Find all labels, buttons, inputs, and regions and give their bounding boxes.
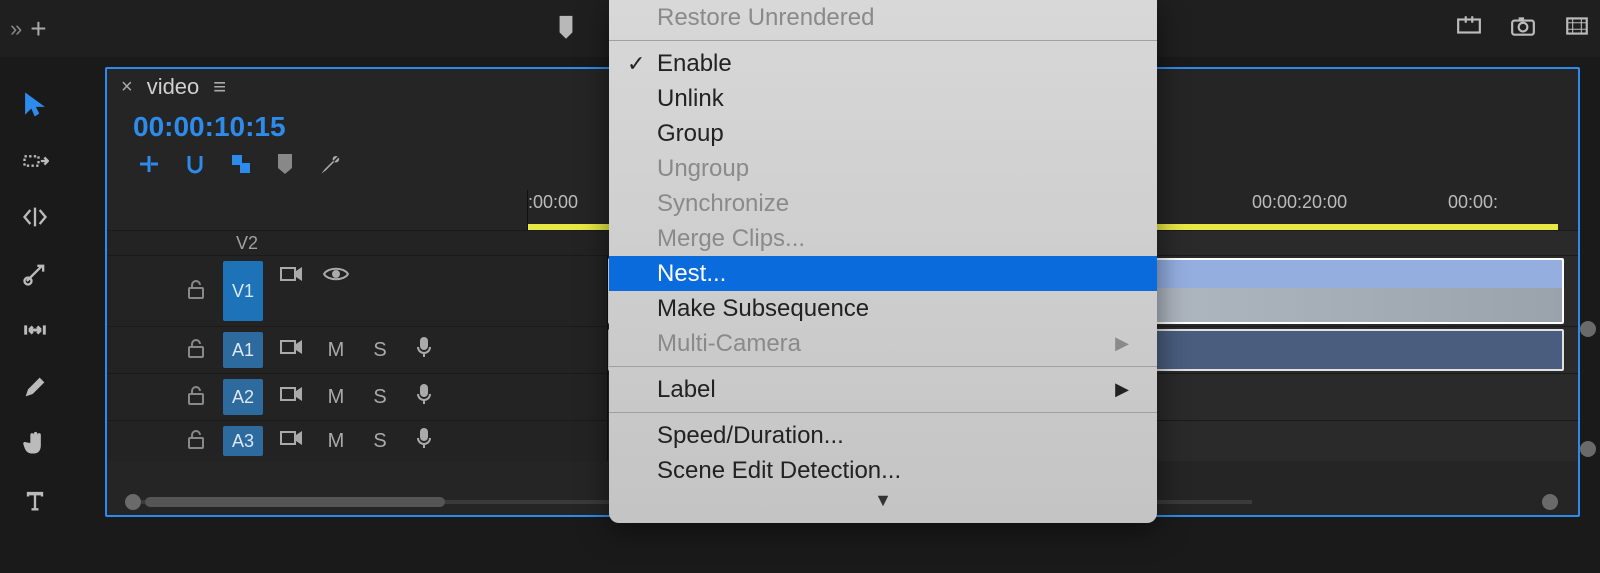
menu-merge-clips: Merge Clips... (609, 221, 1157, 256)
menu-nest[interactable]: Nest... (609, 256, 1157, 291)
clip-context-menu: Restore Unrendered ✓Enable Unlink Group … (609, 0, 1157, 523)
lock-icon[interactable] (187, 279, 209, 304)
selection-tool[interactable] (15, 87, 55, 122)
mute-button[interactable]: M (321, 386, 351, 409)
timeline-settings-button[interactable] (317, 151, 343, 182)
scrollbar-thumb[interactable] (145, 497, 445, 507)
menu-restore-unrendered: Restore Unrendered (609, 0, 1157, 35)
menu-unlink[interactable]: Unlink (609, 81, 1157, 116)
menu-group[interactable]: Group (609, 116, 1157, 151)
track-label-a1[interactable]: A1 (223, 332, 263, 368)
menu-make-subsequence[interactable]: Make Subsequence (609, 291, 1157, 326)
insert-overwrite-toggle[interactable] (137, 152, 161, 181)
vscroll-handle-icon[interactable] (1580, 441, 1596, 457)
track-label-a2[interactable]: A2 (223, 379, 263, 415)
track-label-v2[interactable]: V2 (227, 231, 267, 255)
ruler-tick: 00:00:20:00 (1252, 192, 1347, 213)
solo-button[interactable]: S (365, 386, 395, 409)
slip-tool[interactable] (15, 313, 55, 348)
toggle-track-output-icon[interactable] (321, 265, 351, 289)
menu-separator (609, 366, 1157, 367)
solo-button[interactable]: S (365, 430, 395, 453)
menu-separator (609, 412, 1157, 413)
export-frame-icon[interactable] (1456, 13, 1482, 44)
panel-menu-icon[interactable]: ≡ (213, 74, 226, 100)
menu-separator (609, 40, 1157, 41)
razor-tool[interactable] (15, 257, 55, 292)
sync-lock-icon[interactable] (277, 429, 307, 453)
hand-tool[interactable] (15, 426, 55, 461)
sequence-name[interactable]: video (147, 74, 200, 100)
lock-icon[interactable] (187, 385, 209, 410)
lock-icon[interactable] (187, 429, 209, 454)
submenu-arrow-icon: ▶ (1115, 379, 1129, 400)
sync-lock-icon[interactable] (277, 338, 307, 362)
ruler-tick: 00:00: (1448, 192, 1498, 213)
type-tool[interactable] (15, 483, 55, 518)
snap-toggle[interactable] (183, 152, 207, 181)
marker-icon[interactable] (555, 14, 577, 42)
ripple-edit-tool[interactable] (15, 200, 55, 235)
menu-synchronize: Synchronize (609, 186, 1157, 221)
voiceover-icon[interactable] (409, 336, 439, 364)
menu-scroll-down-icon[interactable]: ▼ (609, 488, 1157, 513)
menu-speed-duration[interactable]: Speed/Duration... (609, 418, 1157, 453)
zoom-handle-right-icon[interactable] (1542, 494, 1558, 510)
add-panel-button[interactable]: + (30, 13, 46, 45)
menu-ungroup: Ungroup (609, 151, 1157, 186)
voiceover-icon[interactable] (409, 427, 439, 455)
menu-enable[interactable]: ✓Enable (609, 46, 1157, 81)
track-label-v1[interactable]: V1 (223, 261, 263, 321)
solo-button[interactable]: S (365, 339, 395, 362)
mute-button[interactable]: M (321, 430, 351, 453)
vscroll-handle-icon[interactable] (1580, 321, 1596, 337)
mute-button[interactable]: M (321, 339, 351, 362)
filmstrip-icon[interactable] (1564, 13, 1590, 44)
menu-multi-camera: Multi-Camera▶ (609, 326, 1157, 361)
zoom-handle-left-icon[interactable] (125, 494, 141, 510)
sync-lock-icon[interactable] (277, 265, 307, 289)
menu-scene-edit-detection[interactable]: Scene Edit Detection... (609, 453, 1157, 488)
lock-icon[interactable] (187, 338, 209, 363)
voiceover-icon[interactable] (409, 383, 439, 411)
menu-label[interactable]: Label▶ (609, 372, 1157, 407)
track-label-a3[interactable]: A3 (223, 426, 263, 456)
linked-selection-toggle[interactable] (229, 152, 253, 181)
sync-lock-icon[interactable] (277, 385, 307, 409)
track-select-tool[interactable] (15, 144, 55, 179)
close-sequence-button[interactable]: × (121, 76, 133, 99)
camera-icon[interactable] (1510, 13, 1536, 44)
pen-tool[interactable] (15, 370, 55, 405)
ruler-tick: :00:00 (528, 192, 578, 213)
chevrons-icon[interactable]: » (10, 16, 22, 42)
submenu-arrow-icon: ▶ (1115, 333, 1129, 354)
add-marker-button[interactable] (275, 152, 295, 181)
tool-panel (0, 57, 70, 517)
checkmark-icon: ✓ (627, 51, 645, 77)
